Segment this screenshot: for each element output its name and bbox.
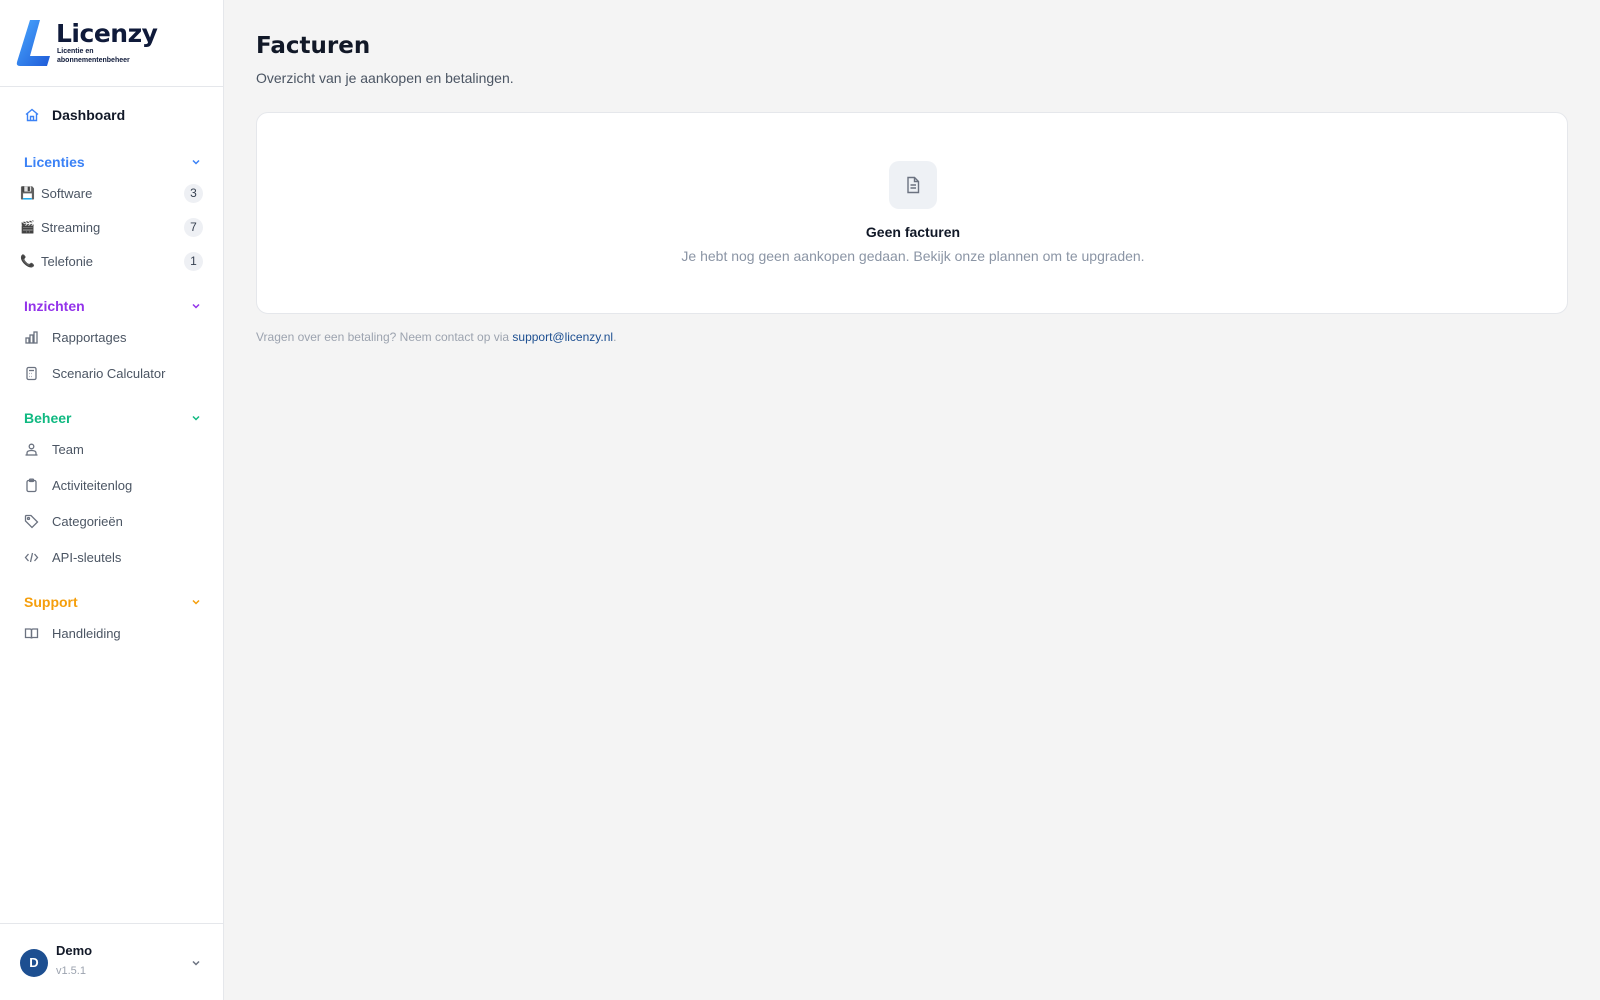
empty-state-description: Je hebt nog geen aankopen gedaan. Bekijk… (681, 248, 1145, 264)
chevron-down-icon (192, 960, 200, 966)
count-badge-software: 3 (184, 184, 203, 203)
nav-item-streaming[interactable]: 🎬 Streaming 7 (0, 214, 224, 242)
user-name: Demo (56, 943, 93, 958)
telephone-icon: 📞 (20, 254, 35, 268)
nav-item-software[interactable]: 💾 Software 3 (0, 180, 224, 208)
nav-item-activiteitenlog[interactable]: Activiteitenlog (0, 472, 224, 500)
floppy-disk-icon: 💾 (20, 186, 35, 200)
code-icon (24, 552, 39, 563)
nav-item-dashboard-label: Dashboard (52, 107, 126, 123)
nav-item-team[interactable]: Team (0, 436, 224, 464)
app-version: v1.5.1 (56, 965, 86, 977)
section-beheer-toggle[interactable]: Beheer (24, 408, 202, 430)
main-content: Facturen Overzicht van je aankopen en be… (256, 0, 1568, 1000)
nav-item-scenario-calculator[interactable]: Scenario Calculator (0, 360, 224, 388)
calculator-icon (26, 366, 37, 381)
tag-icon (24, 514, 39, 529)
section-inzichten-toggle[interactable]: Inzichten (24, 296, 202, 318)
invoices-card: Geen facturen Je hebt nog geen aankopen … (256, 112, 1568, 314)
logo-area: Licenzy Licentie en abonnementenbeheer (0, 0, 223, 87)
user-menu[interactable]: D Demo v1.5.1 (0, 923, 224, 1000)
nav-item-api-sleutels-label: API-sleutels (52, 550, 122, 565)
section-support-toggle[interactable]: Support (24, 592, 202, 614)
support-note-text: Vragen over een betaling? Neem contact o… (256, 330, 513, 344)
clapper-board-icon: 🎬 (20, 220, 35, 234)
nav-item-dashboard[interactable]: Dashboard (0, 100, 224, 130)
nav-item-activiteitenlog-label: Activiteitenlog (52, 478, 133, 493)
nav-item-telefonie-label: Telefonie (41, 254, 94, 269)
team-icon (25, 443, 38, 456)
nav-item-team-label: Team (52, 442, 84, 457)
document-icon (907, 176, 920, 194)
nav-item-categorieen-label: Categorieën (52, 514, 123, 529)
chevron-down-icon (192, 303, 200, 309)
section-licenties-title: Licenties (24, 154, 85, 170)
brand-name: Licenzy (56, 19, 158, 48)
clipboard-icon (26, 478, 37, 493)
page-subtitle: Overzicht van je aankopen en betalingen. (256, 70, 514, 86)
support-note: Vragen over een betaling? Neem contact o… (256, 330, 616, 344)
support-email-link[interactable]: support@licenzy.nl (512, 330, 613, 344)
nav-item-categorieen[interactable]: Categorieën (0, 508, 224, 536)
page-title: Facturen (256, 33, 371, 59)
brand-tagline: Licentie en abonnementenbeheer (57, 48, 130, 64)
nav-item-streaming-label: Streaming (41, 220, 101, 235)
count-badge-streaming: 7 (184, 218, 203, 237)
nav-item-handleiding[interactable]: Handleiding (0, 620, 224, 648)
count-badge-telefonie: 1 (184, 252, 203, 271)
nav-item-telefonie[interactable]: 📞 Telefonie 1 (0, 248, 224, 276)
section-licenties-toggle[interactable]: Licenties (24, 152, 202, 174)
home-icon (25, 108, 39, 122)
nav-item-api-sleutels[interactable]: API-sleutels (0, 544, 224, 572)
bar-chart-icon (25, 331, 38, 344)
support-note-suffix: . (613, 330, 617, 344)
sidebar: Licenzy Licentie en abonnementenbeheer D… (0, 0, 224, 1000)
nav-item-software-label: Software (41, 186, 93, 201)
chevron-down-icon (192, 415, 200, 421)
empty-state-icon-box (889, 161, 937, 209)
empty-state-title: Geen facturen (865, 224, 961, 240)
chevron-down-icon (192, 599, 200, 605)
nav-item-handleiding-label: Handleiding (52, 626, 121, 641)
section-beheer-title: Beheer (24, 410, 72, 426)
logo-icon (16, 20, 50, 66)
nav-item-rapportages-label: Rapportages (52, 330, 127, 345)
section-support-title: Support (24, 594, 78, 610)
nav-item-scenario-calculator-label: Scenario Calculator (52, 366, 166, 381)
book-icon (24, 628, 39, 639)
chevron-down-icon (192, 159, 200, 165)
nav-item-rapportages[interactable]: Rapportages (0, 324, 224, 352)
section-inzichten-title: Inzichten (24, 298, 85, 314)
avatar: D (20, 949, 48, 977)
